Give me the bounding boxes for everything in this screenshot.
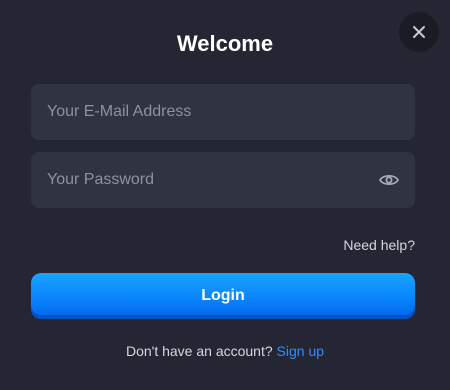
signup-prompt-text: Don't have an account? xyxy=(125,343,273,359)
email-input[interactable] xyxy=(31,84,415,140)
email-field[interactable] xyxy=(31,84,415,140)
login-modal: Welcome Need help? Login Don't have an a… xyxy=(0,0,450,390)
signup-prompt: Don't have an account? Sign up xyxy=(0,342,450,360)
login-button[interactable]: Login xyxy=(31,273,415,319)
signup-link[interactable]: Sign up xyxy=(277,343,324,359)
modal-title: Welcome xyxy=(176,31,274,56)
password-field[interactable] xyxy=(31,152,415,208)
show-password-toggle[interactable] xyxy=(377,168,401,192)
need-help-link[interactable]: Need help? xyxy=(343,236,415,254)
eye-icon xyxy=(379,174,399,186)
password-input[interactable] xyxy=(31,152,377,208)
